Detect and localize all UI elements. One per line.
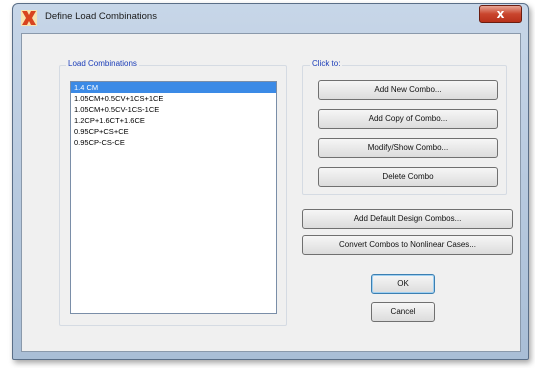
convert-combos-button[interactable]: Convert Combos to Nonlinear Cases... [302, 235, 513, 255]
close-icon: x [496, 7, 505, 21]
define-load-combinations-dialog: Define Load Combinations x Load Combinat… [12, 3, 529, 360]
close-button[interactable]: x [479, 5, 522, 23]
dialog-body: Load Combinations 1.4 CM 1.05CM+0.5CV+1C… [21, 33, 521, 352]
add-new-combo-button[interactable]: Add New Combo... [318, 80, 498, 100]
list-item[interactable]: 1.05CM+0.5CV-1CS-1CE [71, 104, 276, 115]
app-logo-icon [21, 10, 37, 26]
load-combinations-list[interactable]: 1.4 CM 1.05CM+0.5CV+1CS+1CE 1.05CM+0.5CV… [70, 81, 277, 314]
window-title: Define Load Combinations [45, 11, 157, 22]
ok-button[interactable]: OK [371, 274, 435, 294]
click-to-label: Click to: [310, 59, 343, 68]
list-item[interactable]: 1.05CM+0.5CV+1CS+1CE [71, 93, 276, 104]
modify-show-combo-button[interactable]: Modify/Show Combo... [318, 138, 498, 158]
add-default-design-combos-button[interactable]: Add Default Design Combos... [302, 209, 513, 229]
load-combinations-label: Load Combinations [66, 59, 139, 68]
add-copy-of-combo-button[interactable]: Add Copy of Combo... [318, 109, 498, 129]
list-item[interactable]: 0.95CP-CS-CE [71, 137, 276, 148]
list-item[interactable]: 1.2CP+1.6CT+1.6CE [71, 115, 276, 126]
cancel-button[interactable]: Cancel [371, 302, 435, 322]
title-bar[interactable]: Define Load Combinations x [13, 4, 528, 32]
list-item[interactable]: 1.4 CM [71, 82, 276, 93]
list-item[interactable]: 0.95CP+CS+CE [71, 126, 276, 137]
delete-combo-button[interactable]: Delete Combo [318, 167, 498, 187]
